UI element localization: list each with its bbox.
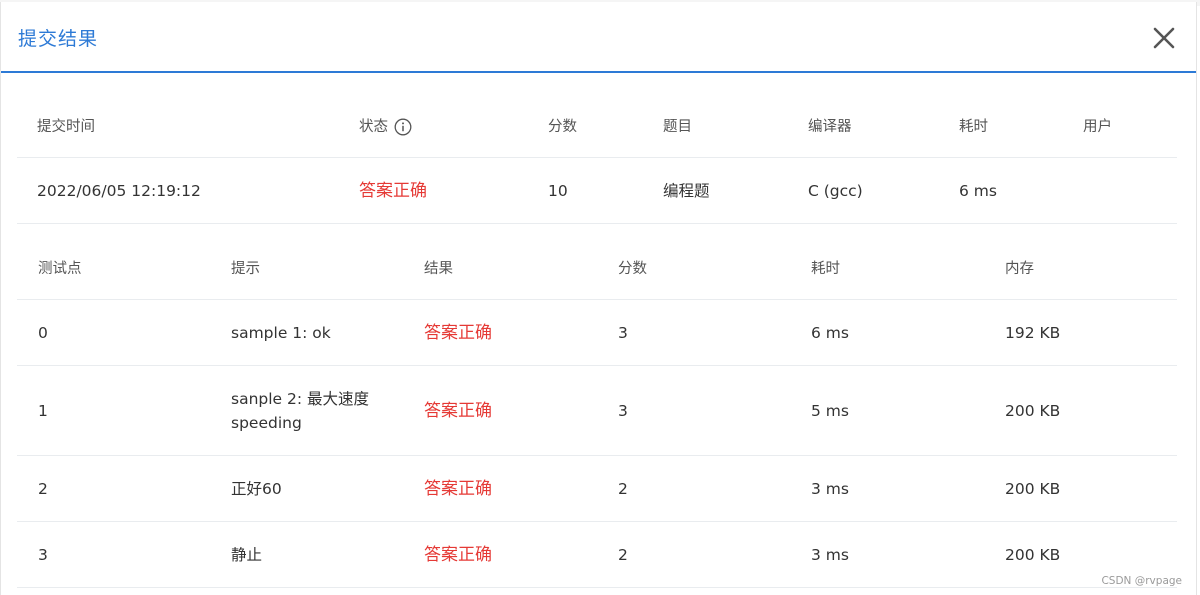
status-badge[interactable]: 答案正确 — [359, 158, 427, 223]
test-point-id: 3 — [38, 545, 48, 564]
test-time: 3 ms — [811, 479, 849, 498]
test-time: 3 ms — [811, 545, 849, 564]
header-submit-time: 提交时间 — [37, 118, 95, 135]
test-score: 2 — [618, 545, 628, 564]
test-hint: sanple 2: 最大速度 speeding — [231, 389, 370, 432]
header-problem: 题目 — [663, 118, 692, 135]
compiler-name: C (gcc) — [808, 181, 863, 200]
submit-time: 2022/06/05 12:19:12 — [37, 181, 201, 200]
testcase-row: 0 sample 1: ok 答案正确 3 6 ms 192 KB — [17, 300, 1177, 366]
watermark: CSDN @rvpage — [1101, 575, 1182, 587]
header-test-point: 测试点 — [38, 260, 82, 277]
test-hint: 正好60 — [231, 479, 282, 498]
test-hint: sample 1: ok — [231, 323, 331, 342]
test-result: 答案正确 — [424, 322, 492, 343]
header-tc-time: 耗时 — [811, 260, 840, 277]
header-status: 状态 — [359, 96, 412, 157]
modal-header: 提交结果 — [1, 2, 1196, 73]
header-time-cost: 耗时 — [959, 118, 988, 135]
submission-time-cost: 6 ms — [959, 181, 997, 200]
info-circle-icon[interactable] — [394, 118, 412, 136]
testcase-table-header: 测试点 提示 结果 分数 耗时 内存 — [17, 238, 1177, 300]
modal-title: 提交结果 — [18, 28, 99, 50]
test-score: 2 — [618, 479, 628, 498]
test-memory: 200 KB — [1005, 401, 1061, 420]
header-hint: 提示 — [231, 260, 260, 277]
test-memory: 192 KB — [1005, 323, 1061, 342]
submission-table-header: 提交时间 状态 分数 题目 编译器 耗时 用户 — [17, 96, 1177, 158]
test-score: 3 — [618, 401, 628, 420]
test-time: 6 ms — [811, 323, 849, 342]
testcase-row: 2 正好60 答案正确 2 3 ms 200 KB — [17, 456, 1177, 522]
header-memory: 内存 — [1005, 260, 1034, 277]
test-score: 3 — [618, 323, 628, 342]
submission-table: 提交时间 状态 分数 题目 编译器 耗时 用户 2022/06/05 12:19… — [17, 96, 1177, 224]
test-point-id: 2 — [38, 479, 48, 498]
submission-score: 10 — [548, 181, 568, 200]
testcase-row: 1 sanple 2: 最大速度 speeding 答案正确 3 5 ms 20… — [17, 366, 1177, 456]
header-score: 分数 — [548, 118, 577, 135]
submission-result-modal: 提交结果 提交时间 状态 分数 题目 编译器 耗时 用户 2022/06/05 … — [0, 2, 1197, 595]
test-point-id: 1 — [38, 401, 48, 420]
header-user: 用户 — [1083, 118, 1112, 135]
test-result: 答案正确 — [424, 544, 492, 565]
header-compiler: 编译器 — [808, 118, 852, 135]
test-memory: 200 KB — [1005, 545, 1061, 564]
test-memory: 200 KB — [1005, 479, 1061, 498]
test-hint: 静止 — [231, 545, 263, 564]
close-icon[interactable] — [1148, 22, 1180, 54]
header-tc-score: 分数 — [618, 260, 647, 277]
test-time: 5 ms — [811, 401, 849, 420]
header-result: 结果 — [424, 260, 453, 277]
testcase-table: 测试点 提示 结果 分数 耗时 内存 0 sample 1: ok 答案正确 3… — [17, 238, 1177, 588]
header-status-label: 状态 — [359, 118, 388, 135]
test-point-id: 0 — [38, 323, 48, 342]
testcase-row: 3 静止 答案正确 2 3 ms 200 KB — [17, 522, 1177, 588]
test-result: 答案正确 — [424, 478, 492, 499]
test-result: 答案正确 — [424, 400, 492, 421]
problem-name[interactable]: 编程题 — [663, 158, 710, 223]
submission-row: 2022/06/05 12:19:12 答案正确 10 编程题 C (gcc) … — [17, 158, 1177, 224]
